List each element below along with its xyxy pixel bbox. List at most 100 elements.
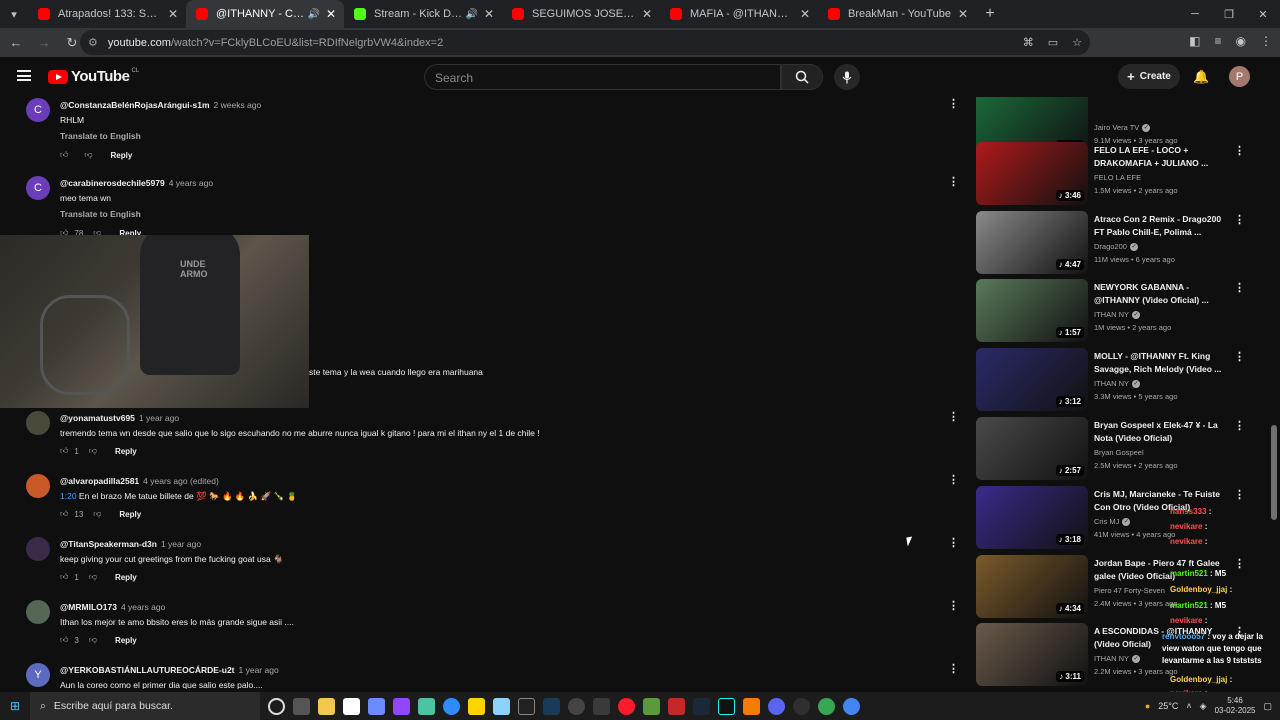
browser-tab[interactable]: SEGUIMOS JOSEANDO - PIERO ✕ — [502, 0, 660, 28]
taskbar-search-input[interactable]: ⌕ Escribe aquí para buscar. — [30, 692, 260, 720]
comment-more-icon[interactable]: ⋮ — [948, 410, 959, 423]
capcut-icon[interactable] — [518, 697, 535, 715]
youtube-logo[interactable]: YouTube CL — [48, 68, 139, 85]
settings-icon[interactable] — [568, 697, 585, 715]
audio-playing-icon[interactable]: 🔊 — [308, 9, 320, 20]
notepad-icon[interactable] — [343, 697, 360, 715]
author-handle[interactable]: @carabinerosdechile5979 — [60, 178, 165, 188]
commenter-avatar[interactable]: C — [26, 98, 50, 122]
video-channel[interactable]: ITHAN NY ✓ — [1094, 379, 1141, 389]
video-channel[interactable]: ITHAN NY ✓ — [1094, 654, 1141, 664]
reply-button[interactable]: Reply — [115, 636, 137, 645]
notification-icon[interactable]: ▢ — [1263, 701, 1272, 712]
comment-time[interactable]: 4 years ago — [121, 602, 165, 612]
translate-link[interactable]: Translate to English — [60, 209, 141, 219]
browser-tab[interactable]: MAFIA - @ITHANNY @drakom ✕ — [660, 0, 818, 28]
video-title[interactable]: NEWYORK GABANNA - @ITHANNY (Video Oficia… — [1094, 281, 1224, 307]
hamburger-menu-icon[interactable] — [17, 70, 31, 81]
dislike-icon[interactable]: 👎︎ — [84, 150, 92, 160]
comment-author[interactable]: @TitanSpeakerman-d3n 1 year ago — [60, 539, 201, 549]
related-video[interactable]: ♪ 1:57 NEWYORK GABANNA - @ITHANNY (Video … — [976, 279, 1256, 343]
comment-time[interactable]: 4 years ago (edited) — [143, 476, 219, 486]
comment-more-icon[interactable]: ⋮ — [948, 599, 959, 612]
browser-tab[interactable]: @ITHANNY - CON RONI (C🔊 ✕ — [186, 0, 344, 28]
tiktok-icon[interactable] — [718, 697, 735, 715]
comment-time[interactable]: 1 year ago — [139, 413, 179, 423]
close-tab-icon[interactable]: ✕ — [956, 7, 970, 21]
chrome-icon[interactable] — [818, 697, 835, 715]
tab-search-icon[interactable]: ▾ — [0, 0, 28, 28]
audio-playing-icon[interactable]: 🔊 — [466, 9, 478, 20]
notifications-bell-icon[interactable]: 🔔 — [1193, 69, 1209, 85]
task-view-icon[interactable] — [268, 697, 285, 715]
bookmark-star-icon[interactable]: ☆ — [1072, 36, 1082, 49]
browser-tab[interactable]: Atrapados! 133: Sujeto termina ✕ — [28, 0, 186, 28]
translate-link[interactable]: Translate to English — [60, 131, 141, 141]
copilot-icon[interactable] — [368, 697, 385, 715]
video-thumbnail[interactable]: ♪ 3:11 — [976, 623, 1088, 686]
app-icon[interactable] — [543, 697, 560, 715]
like-icon[interactable]: 👍︎ — [60, 150, 68, 160]
comment-more-icon[interactable]: ⋮ — [948, 662, 959, 675]
close-tab-icon[interactable]: ✕ — [482, 7, 496, 21]
create-button[interactable]: + Create — [1118, 64, 1180, 89]
dislike-icon[interactable]: 👎︎ — [89, 572, 97, 582]
close-window-icon[interactable]: ✕ — [1246, 8, 1280, 21]
comment-time[interactable]: 1 year ago — [239, 665, 279, 675]
translate-icon[interactable]: ⌘ — [1023, 36, 1034, 49]
file-explorer-icon[interactable] — [318, 697, 335, 715]
close-tab-icon[interactable]: ✕ — [798, 7, 812, 21]
video-channel[interactable]: Drago200 ✓ — [1094, 242, 1138, 252]
video-title[interactable]: Atraco Con 2 Remix - Drago200 FT Pablo C… — [1094, 213, 1224, 239]
reply-button[interactable]: Reply — [115, 447, 137, 456]
windows-start-icon[interactable]: ⊞ — [0, 699, 30, 713]
like-icon[interactable]: 👍︎ — [60, 446, 68, 456]
comment-more-icon[interactable]: ⋮ — [948, 473, 959, 486]
back-icon[interactable]: ← — [4, 35, 28, 50]
dislike-icon[interactable]: 👎︎ — [89, 446, 97, 456]
opera-icon[interactable] — [618, 697, 635, 715]
comment-more-icon[interactable]: ⋮ — [948, 536, 959, 549]
comment-author[interactable]: @yonamatustv695 1 year ago — [60, 413, 179, 423]
zoom-icon[interactable] — [443, 697, 460, 715]
media-control-icon[interactable]: ≡ — [1215, 34, 1222, 48]
like-icon[interactable]: 👍︎ — [60, 635, 68, 645]
comment-author[interactable]: @alvaropadilla2581 4 years ago (edited) — [60, 476, 219, 486]
commenter-avatar[interactable] — [26, 600, 50, 624]
browser-tab[interactable]: Stream - Kick Dashboard🔊 ✕ — [344, 0, 502, 28]
tray-chevron-icon[interactable]: ˄ — [1186, 701, 1191, 711]
chrome-active-icon[interactable] — [843, 697, 860, 715]
voice-search-button[interactable] — [834, 64, 860, 90]
author-handle[interactable]: @ConstanzaBelénRojasArángui-s1m — [60, 100, 210, 110]
search-input[interactable]: Search — [424, 64, 781, 90]
commenter-avatar[interactable] — [26, 474, 50, 498]
cast-icon[interactable]: ▭ — [1048, 36, 1058, 49]
related-video[interactable]: ♪ 3:46 FELO LA EFE - LOCO + DRAKOMAFIA + … — [976, 142, 1256, 206]
like-icon[interactable]: 👍︎ — [60, 509, 68, 519]
video-more-icon[interactable]: ⋮ — [1234, 281, 1245, 294]
video-thumbnail[interactable]: ♪ 3:12 — [976, 348, 1088, 411]
related-video[interactable]: ♪ 4:47 Atraco Con 2 Remix - Drago200 FT P… — [976, 211, 1256, 275]
video-more-icon[interactable]: ⋮ — [1234, 213, 1245, 226]
new-tab-button[interactable]: + — [976, 5, 1004, 23]
browser-menu-icon[interactable]: ⋮ — [1260, 34, 1272, 48]
video-thumbnail[interactable]: ♪ 1:57 — [976, 279, 1088, 342]
video-title[interactable]: Bryan Gospeel x Elek-47 ¥ - La Nota (Vid… — [1094, 419, 1224, 445]
url-bar[interactable]: ⚙ youtube.com/watch?v=FCklyBLCoEU&list=R… — [80, 30, 1090, 55]
app-icon[interactable] — [668, 697, 685, 715]
restore-icon[interactable]: ❐ — [1212, 8, 1246, 21]
comment-author[interactable]: @MRMILO173 4 years ago — [60, 602, 165, 612]
author-handle[interactable]: @MRMILO173 — [60, 602, 117, 612]
cheat-engine-icon[interactable] — [593, 697, 610, 715]
video-more-icon[interactable]: ⋮ — [1234, 144, 1245, 157]
browser-tab[interactable]: BreakMan - YouTube ✕ — [818, 0, 976, 28]
video-thumbnail[interactable]: ♪ 3:46 — [976, 142, 1088, 205]
reply-button[interactable]: Reply — [115, 573, 137, 582]
reply-button[interactable]: Reply — [111, 151, 133, 160]
video-title[interactable]: FELO LA EFE - LOCO + DRAKOMAFIA + JULIAN… — [1094, 144, 1224, 170]
steam-icon[interactable] — [693, 697, 710, 715]
reply-button[interactable]: Reply — [119, 510, 141, 519]
obs-icon[interactable] — [793, 697, 810, 715]
minimize-icon[interactable]: ─ — [1178, 8, 1212, 20]
video-thumbnail[interactable]: ♪ 2:57 — [976, 417, 1088, 480]
